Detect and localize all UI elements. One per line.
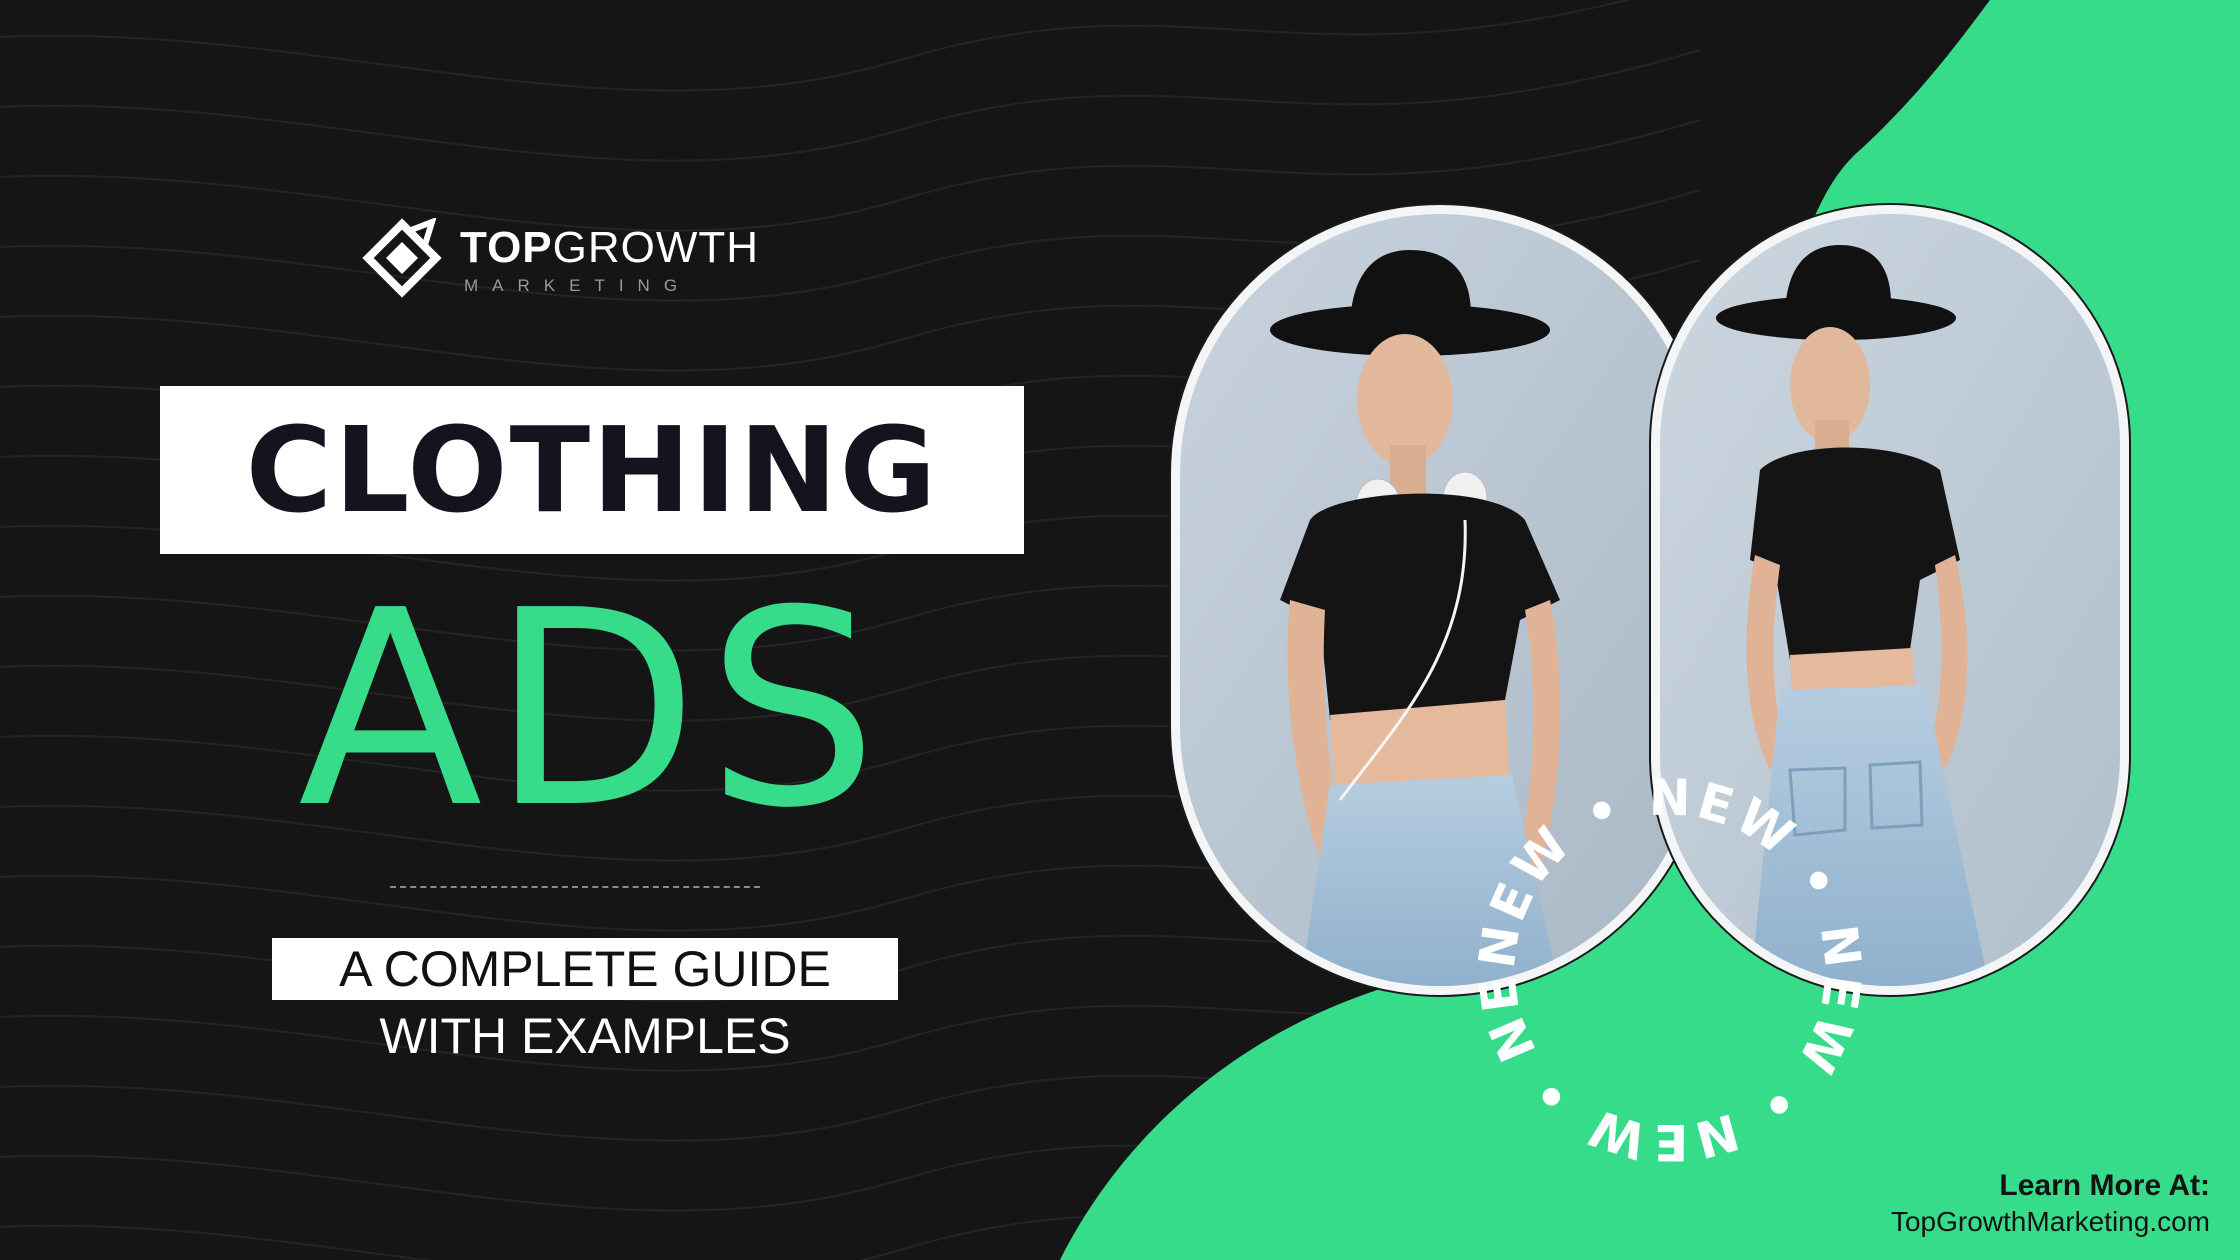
headline-box: CLOTHING bbox=[160, 386, 1024, 554]
dashed-divider bbox=[390, 886, 760, 888]
brand-name-regular: GROWTH bbox=[552, 223, 760, 272]
photo-right bbox=[1660, 214, 2120, 986]
subtitle-line2: WITH EXAMPLES bbox=[379, 1008, 791, 1064]
learn-more-label: Learn More At: bbox=[1999, 1169, 2210, 1202]
headline-line1: CLOTHING bbox=[245, 401, 939, 539]
photo-left bbox=[1180, 214, 1700, 986]
growth-arrow-icon bbox=[362, 218, 442, 298]
subtitle-line1: A COMPLETE GUIDE bbox=[339, 941, 831, 997]
brand-name-bold: TOP bbox=[460, 223, 553, 272]
brand-name: TOPGROWTH bbox=[460, 226, 759, 270]
headline-line2: ADS bbox=[298, 552, 886, 867]
subtitle-box: A COMPLETE GUIDE bbox=[272, 938, 898, 1000]
brand-subtitle: MARKETING bbox=[464, 276, 692, 295]
banner: NEW • NEW • NEW • NEW • NEW • TOPGROWTH … bbox=[0, 0, 2240, 1260]
website-link[interactable]: TopGrowthMarketing.com bbox=[1891, 1204, 2210, 1240]
learn-more-block: Learn More At: TopGrowthMarketing.com bbox=[1891, 1168, 2210, 1240]
brand-logo: TOPGROWTH MARKETING bbox=[362, 218, 782, 298]
